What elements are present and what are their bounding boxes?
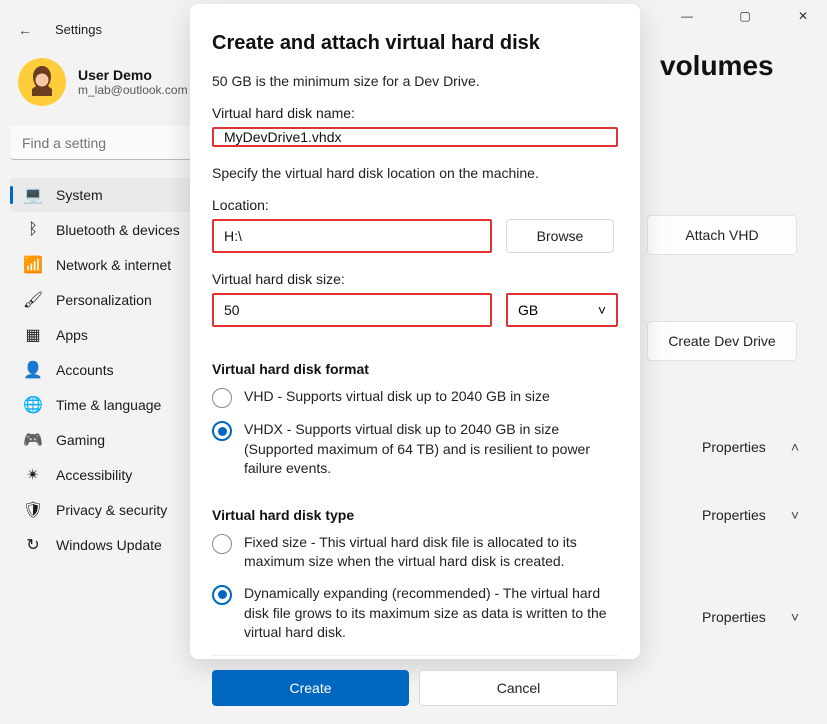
sidebar-item-label: Apps: [56, 327, 88, 343]
sidebar-item-label: System: [56, 187, 103, 203]
size-label: Virtual hard disk size:: [212, 271, 618, 287]
privacy-security-icon: 🛡: [24, 501, 42, 519]
format-heading: Virtual hard disk format: [212, 361, 618, 377]
radio-selected-icon: [212, 421, 232, 441]
window-title: Settings: [55, 22, 102, 37]
chevron-up-icon: ˄: [791, 439, 799, 455]
sidebar-item-label: Network & internet: [56, 257, 171, 273]
browse-button[interactable]: Browse: [506, 219, 614, 253]
create-button[interactable]: Create: [212, 670, 409, 706]
radio-selected-icon: [212, 585, 232, 605]
radio-icon: [212, 534, 232, 554]
apps-icon: ▦: [24, 326, 42, 344]
windows-update-icon: ↻: [24, 536, 42, 554]
back-button[interactable]: ←: [18, 22, 32, 38]
cancel-button[interactable]: Cancel: [419, 670, 618, 706]
personalization-icon: 🖌: [24, 291, 42, 309]
sidebar-item-label: Windows Update: [56, 537, 162, 553]
size-unit-select[interactable]: GB ˅: [506, 293, 618, 327]
type-heading: Virtual hard disk type: [212, 507, 618, 523]
create-dev-drive-button[interactable]: Create Dev Drive: [647, 321, 797, 361]
chevron-down-icon: ˅: [791, 507, 799, 523]
sidebar-item-label: Privacy & security: [56, 502, 167, 518]
name-label: Virtual hard disk name:: [212, 105, 618, 121]
size-input[interactable]: [212, 293, 492, 327]
location-label: Location:: [212, 197, 618, 213]
vhd-name-input[interactable]: [212, 127, 618, 147]
type-fixed-radio[interactable]: Fixed size - This virtual hard disk file…: [212, 533, 618, 572]
format-vhdx-radio[interactable]: VHDX - Supports virtual disk up to 2040 …: [212, 420, 618, 479]
dialog-title: Create and attach virtual hard disk: [212, 32, 618, 55]
avatar: [18, 58, 66, 106]
sidebar-item-label: Personalization: [56, 292, 152, 308]
sidebar-item-label: Time & language: [56, 397, 161, 413]
dialog-note: 50 GB is the minimum size for a Dev Driv…: [212, 73, 618, 89]
time-language-icon: 🌐: [24, 396, 42, 414]
system-icon: 💻: [24, 186, 42, 204]
sidebar-item-label: Accounts: [56, 362, 114, 378]
close-window-button[interactable]: ✕: [783, 1, 823, 31]
bluetooth-devices-icon: ᛒ: [24, 221, 42, 239]
accounts-icon: 👤: [24, 361, 42, 379]
minimize-button[interactable]: —: [667, 1, 707, 31]
properties-row-3[interactable]: Properties ˅: [702, 595, 799, 639]
user-name: User Demo: [78, 67, 188, 83]
create-vhd-dialog: Create and attach virtual hard disk 50 G…: [190, 4, 640, 659]
type-dynamic-radio[interactable]: Dynamically expanding (recommended) - Th…: [212, 584, 618, 643]
chevron-down-icon: ˅: [598, 302, 606, 318]
attach-vhd-button[interactable]: Attach VHD: [647, 215, 797, 255]
format-vhd-radio[interactable]: VHD - Supports virtual disk up to 2040 G…: [212, 387, 618, 408]
sidebar-item-label: Bluetooth & devices: [56, 222, 180, 238]
network-internet-icon: 📶: [24, 256, 42, 274]
maximize-button[interactable]: ▢: [725, 1, 765, 31]
location-input[interactable]: [212, 219, 492, 253]
location-note: Specify the virtual hard disk location o…: [212, 165, 618, 181]
page-title: volumes: [660, 50, 815, 82]
accessibility-icon: ✴: [24, 466, 42, 484]
properties-row-2[interactable]: Properties ˅: [702, 493, 799, 537]
properties-row-1[interactable]: Properties ˄: [702, 425, 799, 469]
gaming-icon: 🎮: [24, 431, 42, 449]
chevron-down-icon: ˅: [791, 609, 799, 625]
user-email: m_lab@outlook.com: [78, 83, 188, 97]
radio-icon: [212, 388, 232, 408]
sidebar-item-label: Gaming: [56, 432, 105, 448]
sidebar-item-label: Accessibility: [56, 467, 132, 483]
